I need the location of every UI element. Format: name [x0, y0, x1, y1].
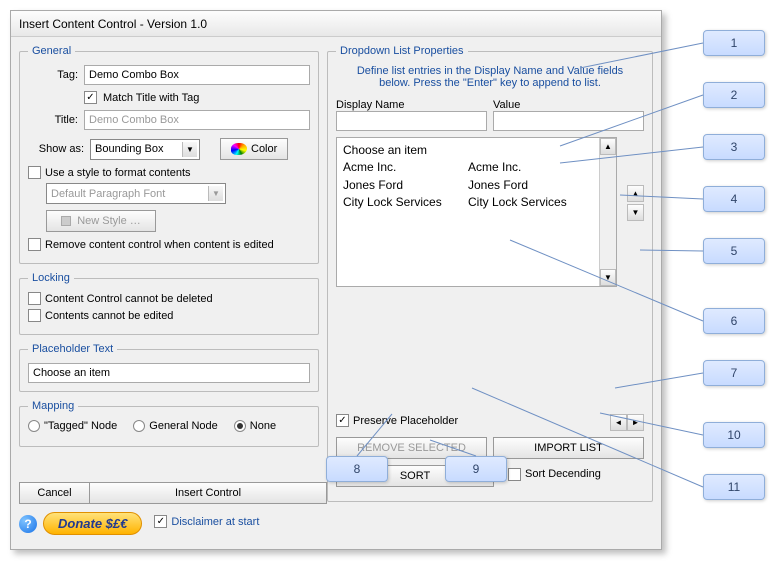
- title-label: Title:: [28, 114, 78, 126]
- locking-legend: Locking: [28, 272, 74, 284]
- list-item: Acme Inc.Acme Inc.: [343, 159, 593, 176]
- callout-4: 4: [703, 186, 765, 212]
- disclaimer-checkbox[interactable]: ✓: [154, 515, 167, 528]
- list-item: Choose an item: [343, 142, 593, 159]
- showas-select[interactable]: Bounding Box ▼: [90, 139, 200, 160]
- import-list-button[interactable]: IMPORT LIST: [493, 437, 644, 459]
- list-item: City Lock ServicesCity Lock Services: [343, 194, 593, 211]
- list-item: Jones FordJones Ford: [343, 177, 593, 194]
- callout-5: 5: [703, 238, 765, 264]
- general-legend: General: [28, 45, 75, 57]
- style-select[interactable]: Default Paragraph Font ▼: [46, 183, 226, 204]
- mapping-none-radio[interactable]: None: [234, 420, 276, 432]
- general-group: General Tag: ✓ Match Title with Tag Titl…: [19, 45, 319, 264]
- callout-2: 2: [703, 82, 765, 108]
- placeholder-input[interactable]: [28, 363, 310, 383]
- placeholder-group: Placeholder Text: [19, 343, 319, 392]
- mapping-legend: Mapping: [28, 400, 78, 412]
- list-content: Choose an item Acme Inc.Acme Inc. Jones …: [337, 138, 599, 286]
- showas-label: Show as:: [28, 143, 84, 155]
- match-title-checkbox[interactable]: ✓: [84, 91, 97, 104]
- tag-input[interactable]: [84, 65, 310, 85]
- remove-on-edit-checkbox[interactable]: [28, 238, 41, 251]
- callout-6: 6: [703, 308, 765, 334]
- disclaimer-label: Disclaimer at start: [171, 516, 259, 528]
- chevron-down-icon: ▼: [182, 142, 197, 157]
- mapping-tagged-radio[interactable]: "Tagged" Node: [28, 420, 117, 432]
- no-edit-checkbox[interactable]: [28, 309, 41, 322]
- no-edit-label: Contents cannot be edited: [45, 310, 173, 322]
- scroll-up-icon[interactable]: ▲: [600, 138, 616, 155]
- callout-3: 3: [703, 134, 765, 160]
- value-label: Value: [493, 99, 644, 111]
- mapping-group: Mapping "Tagged" Node General Node None: [19, 400, 319, 447]
- use-style-checkbox[interactable]: [28, 166, 41, 179]
- sort-desc-checkbox[interactable]: [508, 468, 521, 481]
- color-button[interactable]: Color: [220, 138, 288, 160]
- mapping-general-radio[interactable]: General Node: [133, 420, 218, 432]
- cancel-button[interactable]: Cancel: [19, 482, 89, 504]
- callout-7: 7: [703, 360, 765, 386]
- dropdown-instruction: Define list entries in the Display Name …: [336, 65, 644, 89]
- palette-icon: [231, 143, 247, 155]
- new-style-button[interactable]: New Style …: [46, 210, 156, 232]
- dropdown-legend: Dropdown List Properties: [336, 45, 468, 57]
- remove-on-edit-label: Remove content control when content is e…: [45, 239, 274, 251]
- nudge-left-button[interactable]: ◄: [610, 414, 627, 431]
- display-name-input[interactable]: [336, 111, 487, 131]
- placeholder-legend: Placeholder Text: [28, 343, 117, 355]
- chevron-down-icon: ▼: [208, 186, 223, 201]
- title-input[interactable]: [84, 110, 310, 130]
- tag-label: Tag:: [28, 69, 78, 81]
- no-delete-checkbox[interactable]: [28, 292, 41, 305]
- display-name-label: Display Name: [336, 99, 487, 111]
- sort-desc-label: Sort Decending: [525, 468, 601, 480]
- callout-1: 1: [703, 30, 765, 56]
- list-scrollbar[interactable]: ▲ ▼: [599, 138, 616, 286]
- insert-control-button[interactable]: Insert Control: [89, 482, 327, 504]
- callout-9: 9: [445, 456, 507, 482]
- preserve-placeholder-checkbox[interactable]: ✓: [336, 414, 349, 427]
- locking-group: Locking Content Control cannot be delete…: [19, 272, 319, 335]
- move-down-button[interactable]: ▼: [627, 204, 644, 221]
- callout-10: 10: [703, 422, 765, 448]
- callout-11: 11: [703, 474, 765, 500]
- scroll-down-icon[interactable]: ▼: [600, 269, 616, 286]
- window-title: Insert Content Control - Version 1.0: [19, 17, 207, 31]
- value-input[interactable]: [493, 111, 644, 131]
- no-delete-label: Content Control cannot be deleted: [45, 293, 213, 305]
- new-style-icon: [61, 216, 71, 226]
- preserve-placeholder-label: Preserve Placeholder: [353, 415, 458, 427]
- donate-button[interactable]: Donate $£€: [43, 512, 142, 535]
- move-up-button[interactable]: ▲: [627, 185, 644, 202]
- match-title-label: Match Title with Tag: [103, 92, 199, 104]
- nudge-right-button[interactable]: ►: [627, 414, 644, 431]
- titlebar: Insert Content Control - Version 1.0: [11, 11, 661, 37]
- entries-listbox[interactable]: Choose an item Acme Inc.Acme Inc. Jones …: [336, 137, 617, 287]
- use-style-label: Use a style to format contents: [45, 167, 191, 179]
- callout-8: 8: [326, 456, 388, 482]
- dropdown-group: Dropdown List Properties Define list ent…: [327, 45, 653, 502]
- help-icon[interactable]: ?: [19, 515, 37, 533]
